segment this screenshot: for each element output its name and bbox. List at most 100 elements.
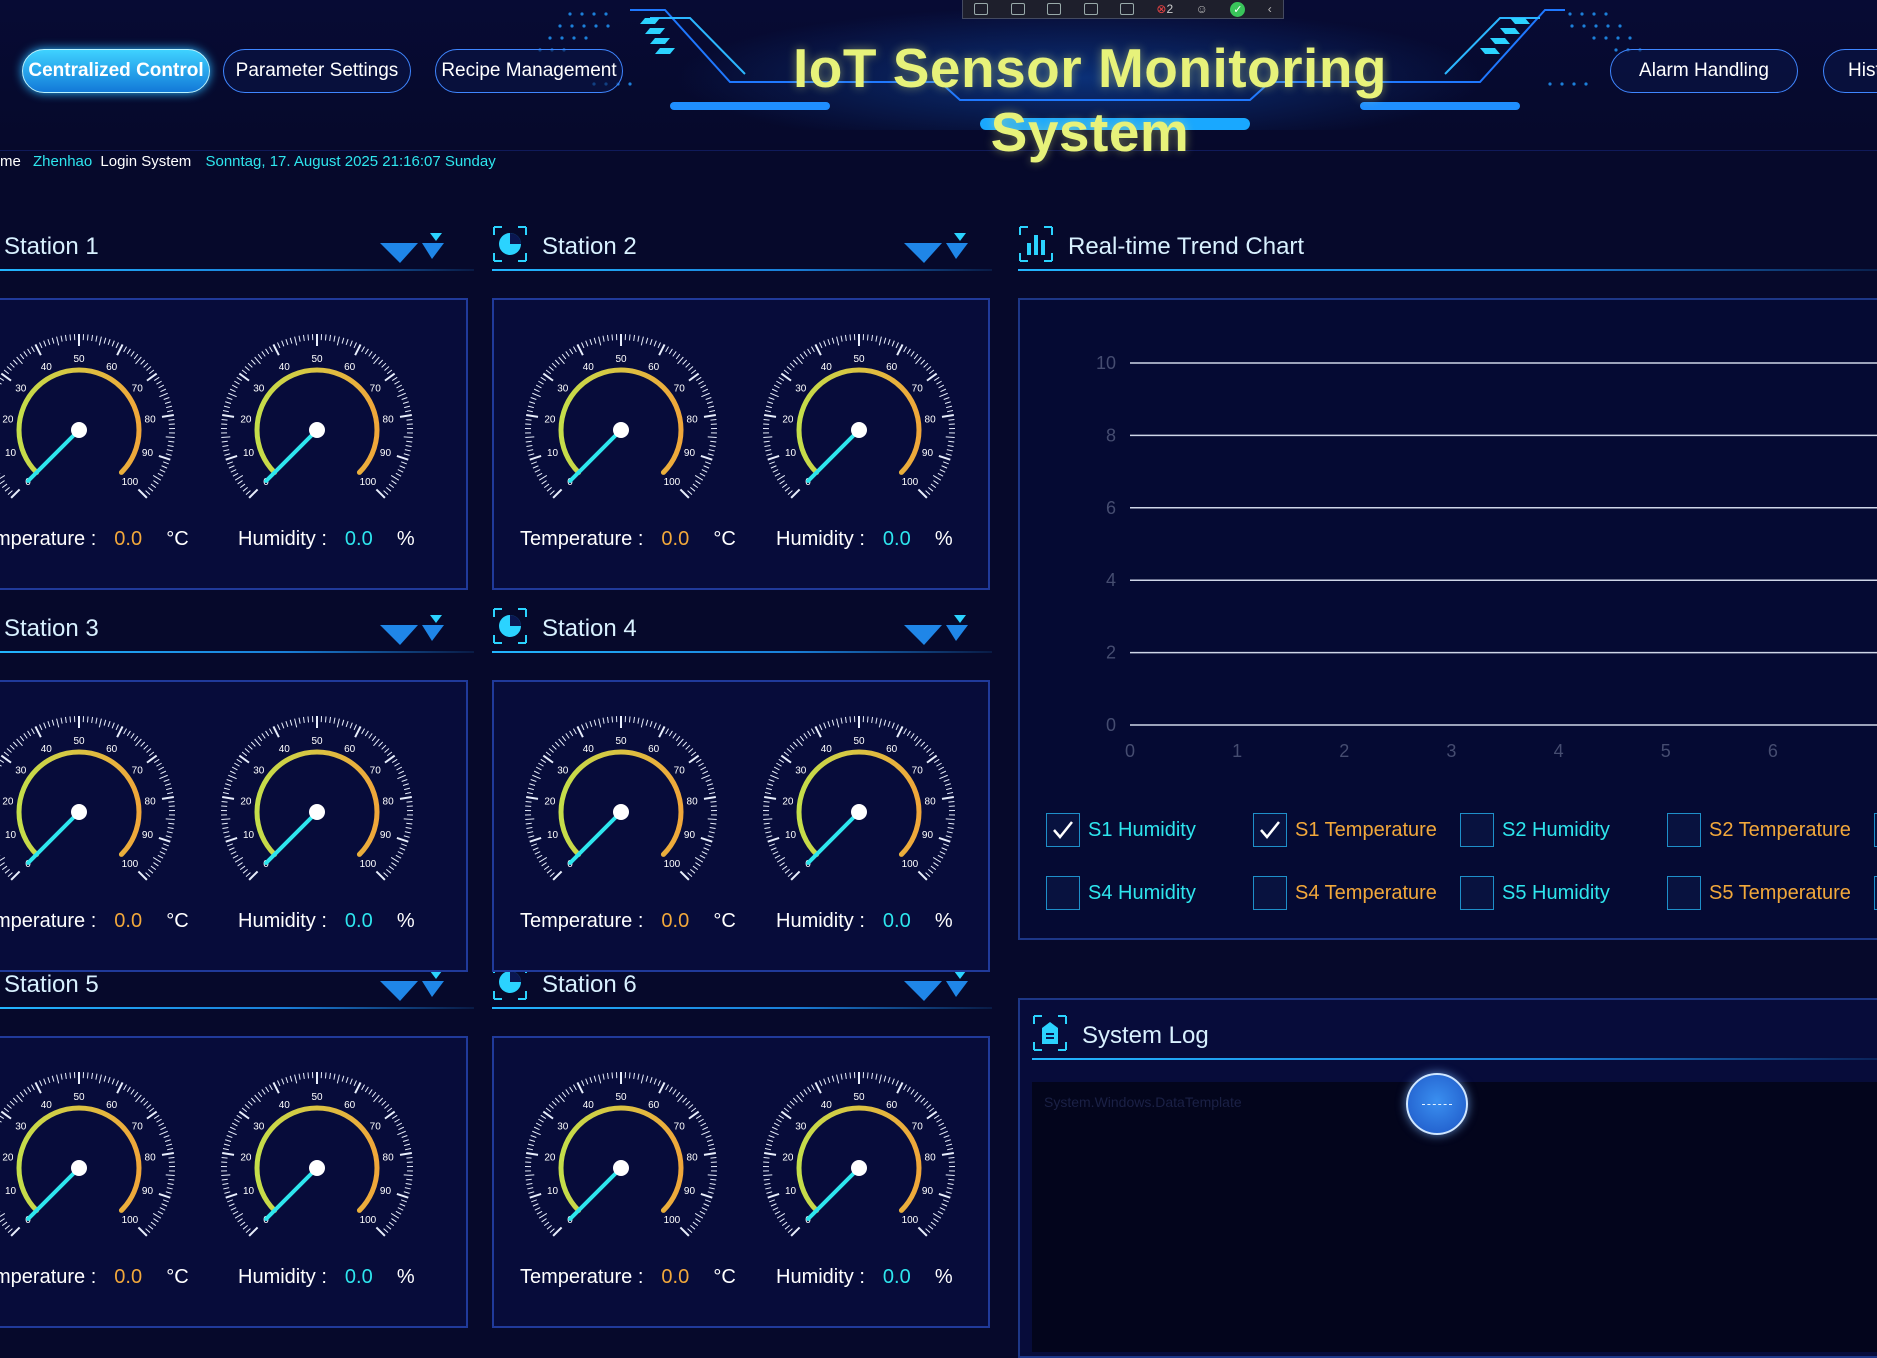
gauge-tick: [708, 819, 717, 820]
gauge-tick: [164, 397, 170, 399]
checkmark-icon[interactable]: ✓: [1230, 2, 1245, 17]
gauge-tick: [162, 466, 168, 468]
gauge-tick: [928, 869, 933, 873]
gauge-tick: [686, 1101, 690, 1105]
gauge-tick: [148, 1225, 153, 1229]
checkbox-icon[interactable]: [1046, 876, 1080, 910]
gauge-tick: [948, 1183, 954, 1184]
gauge-tick-label: 90: [142, 448, 154, 459]
series-checkbox-s5-humidity[interactable]: S5 Humidity: [1460, 876, 1610, 910]
gauge-tick: [787, 1105, 792, 1109]
series-checkbox-s4-humidity[interactable]: S4 Humidity: [1046, 876, 1196, 910]
series-checkbox-s1-humidity[interactable]: S1 Humidity: [1046, 813, 1196, 847]
gauge-tick-label: 100: [122, 1215, 139, 1226]
series-checkbox-s1-temperature[interactable]: S1 Temperature: [1253, 813, 1437, 847]
gauge-tick: [52, 1076, 54, 1082]
nav-alarm-handling[interactable]: Alarm Handling: [1610, 49, 1798, 93]
gauge-tick: [706, 397, 712, 399]
gauge-tick: [577, 726, 582, 737]
station-3-diamond-icon: [378, 607, 448, 647]
accessibility-icon[interactable]: ☺: [1196, 2, 1208, 16]
checkbox-checked-icon[interactable]: [1046, 813, 1080, 847]
series-checkbox-s2-humidity[interactable]: S2 Humidity: [1460, 813, 1610, 847]
gauge-tick: [777, 857, 785, 862]
gauge-tick: [876, 718, 877, 724]
gauge-tick: [57, 1075, 59, 1084]
gauge-tick: [166, 437, 175, 438]
station-2-temperature-reading: Temperature :0.0°C: [520, 528, 736, 551]
gauge-tick-label: 90: [684, 448, 696, 459]
gauge-tick: [808, 1087, 811, 1092]
gauge-tick: [362, 347, 365, 352]
series-checkbox-s5-temperature[interactable]: S5 Temperature: [1667, 876, 1851, 910]
gauge-needle: [28, 812, 79, 863]
nav-recipe-management[interactable]: Recipe Management: [435, 49, 623, 93]
checkbox-icon[interactable]: [1253, 876, 1287, 910]
pointer-icon[interactable]: [1047, 3, 1061, 15]
gauge-tick: [940, 1127, 945, 1130]
gauge-needle: [570, 1168, 621, 1219]
gauge-tick-label: 80: [383, 415, 395, 426]
station-2-underline: [492, 269, 992, 271]
gauge-tick: [939, 767, 944, 770]
gauge-tick: [689, 749, 694, 753]
checkbox-icon[interactable]: [1667, 876, 1701, 910]
gauge-tick: [897, 344, 902, 355]
gauge-tick: [0, 857, 5, 862]
gauge-tick: [235, 1213, 243, 1218]
gauge-tick: [850, 716, 851, 722]
series-checkbox-s2-temperature[interactable]: S2 Temperature: [1667, 813, 1851, 847]
gauge-tick-label: 50: [615, 1092, 627, 1103]
track-focus-icon[interactable]: [1120, 3, 1134, 15]
gauge-tick: [0, 481, 5, 484]
video-icon[interactable]: [1011, 3, 1025, 15]
gauge-tick: [911, 733, 914, 738]
binding-errors-icon[interactable]: ⊗2: [1156, 2, 1173, 16]
floating-assist-button[interactable]: [1406, 1073, 1468, 1135]
gauge-tick: [131, 1089, 134, 1094]
gauge-tick-label: 30: [253, 766, 265, 777]
gauge-tick: [659, 726, 664, 737]
adorner-icon[interactable]: [1084, 3, 1098, 15]
gauge-tick: [400, 466, 406, 468]
gauge-tick: [708, 1144, 714, 1145]
checkbox-icon[interactable]: [1667, 813, 1701, 847]
gauge-tick: [547, 487, 552, 491]
gauge-tick: [784, 752, 789, 756]
gauge-tick: [701, 1194, 712, 1198]
gauge-tick: [939, 1123, 944, 1126]
y-tick-label: 0: [1106, 715, 1116, 735]
gauge-tick: [921, 1098, 925, 1102]
station-6-humidity-gauge: 0102030405060708090100: [744, 1058, 974, 1258]
series-checkbox-s4-temperature[interactable]: S4 Temperature: [1253, 876, 1437, 910]
gauge-hub: [71, 804, 87, 820]
nav-centralized-control[interactable]: Centralized Control: [22, 49, 210, 93]
nav-parameter-settings[interactable]: Parameter Settings: [223, 49, 411, 93]
gauge-tick: [530, 456, 541, 460]
station-2-humidity-gauge: 0102030405060708090100: [744, 320, 974, 520]
gauge-tick: [7, 1105, 12, 1109]
nav-history[interactable]: Hist: [1823, 49, 1877, 93]
gauge-tick: [146, 873, 150, 877]
gauge-tick: [0, 1119, 2, 1122]
select-element-icon[interactable]: [974, 3, 988, 15]
gauge-tick: [299, 718, 300, 724]
gauge-tick: [342, 720, 344, 726]
collapse-icon[interactable]: ‹: [1268, 2, 1272, 16]
checkbox-icon[interactable]: [1460, 876, 1494, 910]
gauge-tick: [678, 357, 684, 364]
gauge-tick: [151, 1222, 156, 1226]
checkbox-icon[interactable]: [1460, 813, 1494, 847]
checkbox-checked-icon[interactable]: [1253, 813, 1287, 847]
gauge-tick: [603, 336, 604, 342]
gauge-tick: [402, 1135, 408, 1137]
gauge-tick: [850, 334, 851, 340]
gauge-tick: [17, 357, 23, 364]
gauge-needle: [570, 812, 621, 863]
gauge-tick: [646, 720, 648, 726]
gauge-tick: [384, 873, 388, 877]
gauge-tick: [708, 788, 714, 789]
gauge-tick: [776, 381, 781, 384]
gauge-tick: [765, 1149, 771, 1150]
gauge-tick: [939, 1131, 947, 1134]
